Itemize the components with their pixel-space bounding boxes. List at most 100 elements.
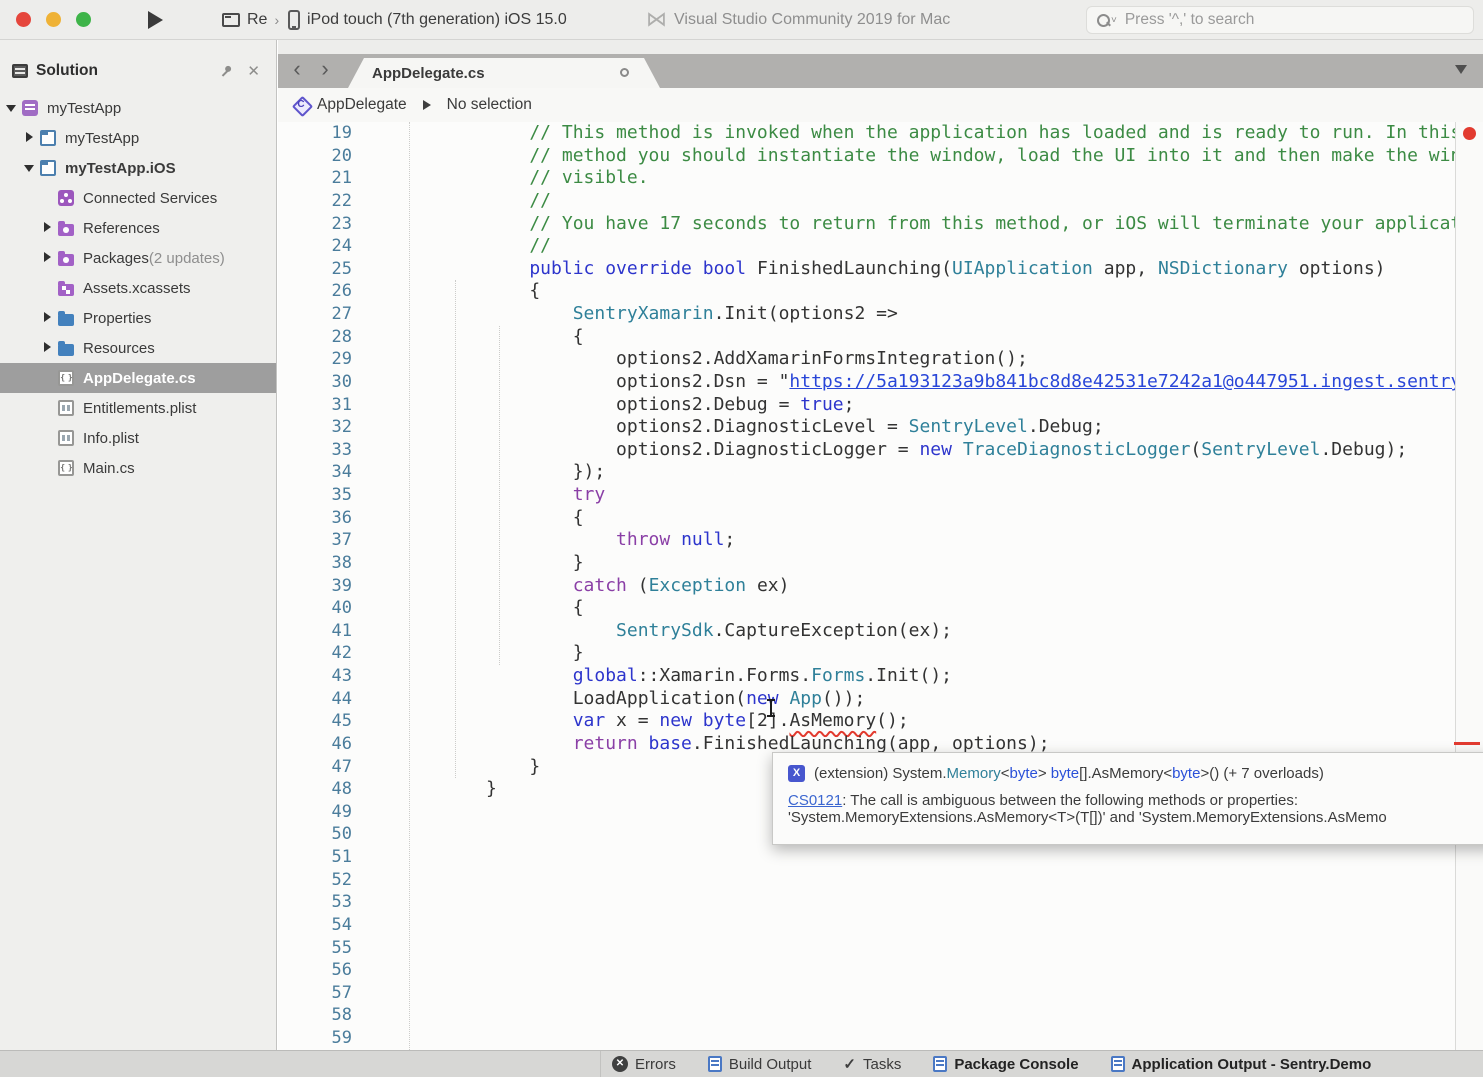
pin-pad-icon[interactable] [218, 63, 235, 80]
line-number[interactable]: 49 [278, 801, 352, 824]
line-code[interactable]: { [352, 326, 1483, 349]
code-line-38[interactable]: 38} [278, 552, 1483, 575]
line-number[interactable]: 52 [278, 869, 352, 892]
line-code[interactable]: options2.Debug = true; [352, 394, 1483, 417]
global-search[interactable]: ˅ [1086, 6, 1474, 34]
line-code[interactable]: // visible. [352, 167, 1483, 190]
code-line-51[interactable]: 51 [278, 846, 1483, 869]
line-number[interactable]: 25 [278, 258, 352, 281]
code-line-21[interactable]: 21// visible. [278, 167, 1483, 190]
line-number[interactable]: 33 [278, 439, 352, 462]
expander-down-icon[interactable] [4, 102, 22, 114]
line-number[interactable]: 37 [278, 529, 352, 552]
line-code[interactable]: var x = new byte[2].AsMemory(); [352, 710, 1483, 733]
tree-item-entitlements-plist[interactable]: Entitlements.plist [0, 393, 276, 423]
line-number[interactable]: 48 [278, 778, 352, 801]
breadcrumb-class[interactable]: AppDelegate [317, 96, 407, 114]
code-line-29[interactable]: 29options2.AddXamarinFormsIntegration(); [278, 348, 1483, 371]
line-code[interactable]: }); [352, 461, 1483, 484]
line-code[interactable]: // You have 17 seconds to return from th… [352, 213, 1483, 236]
tree-item-main-cs[interactable]: Main.cs [0, 453, 276, 483]
line-number[interactable]: 19 [278, 122, 352, 145]
line-number[interactable]: 32 [278, 416, 352, 439]
line-number[interactable]: 35 [278, 484, 352, 507]
code-line-22[interactable]: 22// [278, 190, 1483, 213]
line-number[interactable]: 34 [278, 461, 352, 484]
tree-item-references[interactable]: References [0, 213, 276, 243]
code-line-42[interactable]: 42} [278, 642, 1483, 665]
tree-item-mytestapp[interactable]: myTestApp [0, 93, 276, 123]
code-line-58[interactable]: 58 [278, 1004, 1483, 1027]
line-number[interactable]: 24 [278, 235, 352, 258]
code-line-30[interactable]: 30options2.Dsn = "https://5a193123a9b841… [278, 371, 1483, 394]
line-number[interactable]: 40 [278, 597, 352, 620]
code-line-25[interactable]: 25public override bool FinishedLaunching… [278, 258, 1483, 281]
line-number[interactable]: 38 [278, 552, 352, 575]
line-code[interactable]: // [352, 235, 1483, 258]
code-line-35[interactable]: 35try [278, 484, 1483, 507]
line-number[interactable]: 20 [278, 145, 352, 168]
expander-right-icon[interactable] [40, 342, 58, 354]
scrollbar-annotation-strip[interactable] [1455, 122, 1483, 1050]
build-configuration-selector[interactable]: Re › [222, 0, 279, 40]
code-line-39[interactable]: 39catch (Exception ex) [278, 575, 1483, 598]
tree-item-mytestapp[interactable]: myTestApp [0, 123, 276, 153]
tree-item-connected-services[interactable]: Connected Services [0, 183, 276, 213]
line-number[interactable]: 28 [278, 326, 352, 349]
code-line-37[interactable]: 37throw null; [278, 529, 1483, 552]
line-number[interactable]: 43 [278, 665, 352, 688]
code-line-54[interactable]: 54 [278, 914, 1483, 937]
line-code[interactable]: { [352, 507, 1483, 530]
tab-list-dropdown-icon[interactable] [1455, 65, 1467, 74]
line-number[interactable]: 30 [278, 371, 352, 394]
code-editor[interactable]: 19// This method is invoked when the app… [278, 122, 1483, 1050]
navigate-forward-button[interactable]: › [312, 56, 338, 84]
tree-item-packages[interactable]: Packages (2 updates) [0, 243, 276, 273]
line-code[interactable]: throw null; [352, 529, 1483, 552]
statusbar-item-tasks[interactable]: ✓Tasks [843, 1055, 901, 1073]
line-number[interactable]: 29 [278, 348, 352, 371]
tree-item-resources[interactable]: Resources [0, 333, 276, 363]
line-number[interactable]: 41 [278, 620, 352, 643]
line-number[interactable]: 27 [278, 303, 352, 326]
expander-right-icon[interactable] [40, 222, 58, 234]
statusbar-item-application-output-sentry-demo[interactable]: Application Output - Sentry.Demo [1111, 1056, 1372, 1073]
code-line-36[interactable]: 36{ [278, 507, 1483, 530]
line-number[interactable]: 51 [278, 846, 352, 869]
line-number[interactable]: 47 [278, 756, 352, 779]
line-number[interactable]: 36 [278, 507, 352, 530]
code-line-31[interactable]: 31options2.Debug = true; [278, 394, 1483, 417]
line-code[interactable]: { [352, 597, 1483, 620]
statusbar-item-package-console[interactable]: Package Console [933, 1056, 1078, 1073]
line-code[interactable]: // [352, 190, 1483, 213]
code-line-59[interactable]: 59 [278, 1027, 1483, 1050]
line-code[interactable]: public override bool FinishedLaunching(U… [352, 258, 1483, 281]
line-number[interactable]: 56 [278, 959, 352, 982]
expander-right-icon[interactable] [40, 252, 58, 264]
line-number[interactable]: 26 [278, 280, 352, 303]
line-number[interactable]: 53 [278, 891, 352, 914]
line-number[interactable]: 57 [278, 982, 352, 1005]
line-number[interactable]: 39 [278, 575, 352, 598]
code-line-41[interactable]: 41SentrySdk.CaptureException(ex); [278, 620, 1483, 643]
line-number[interactable]: 45 [278, 710, 352, 733]
expander-right-icon[interactable] [40, 312, 58, 324]
line-number[interactable]: 23 [278, 213, 352, 236]
line-code[interactable] [352, 1004, 1483, 1027]
close-window-button[interactable] [16, 12, 31, 27]
line-code[interactable]: // This method is invoked when the appli… [352, 122, 1483, 145]
line-code[interactable] [352, 937, 1483, 960]
tree-item-appdelegate-cs[interactable]: AppDelegate.cs [0, 363, 276, 393]
line-code[interactable] [352, 914, 1483, 937]
code-line-53[interactable]: 53 [278, 891, 1483, 914]
code-line-33[interactable]: 33options2.DiagnosticLogger = new TraceD… [278, 439, 1483, 462]
close-pad-icon[interactable]: ✕ [247, 62, 260, 80]
line-code[interactable]: try [352, 484, 1483, 507]
line-code[interactable]: options2.DiagnosticLevel = SentryLevel.D… [352, 416, 1483, 439]
zoom-window-button[interactable] [76, 12, 91, 27]
line-code[interactable] [352, 891, 1483, 914]
search-input[interactable] [1117, 11, 1473, 29]
code-line-26[interactable]: 26{ [278, 280, 1483, 303]
code-line-55[interactable]: 55 [278, 937, 1483, 960]
line-number[interactable]: 31 [278, 394, 352, 417]
